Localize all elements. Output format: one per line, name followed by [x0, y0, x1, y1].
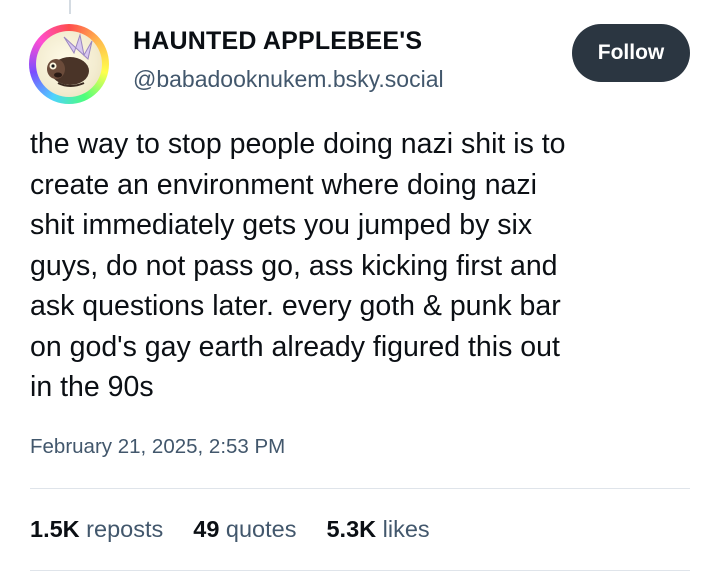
reposts-label: reposts [86, 516, 164, 542]
likes-label: likes [382, 516, 430, 542]
creature-icon [47, 33, 93, 87]
divider [30, 570, 690, 571]
quotes-stat[interactable]: 49 quotes [193, 516, 296, 543]
quotes-count: 49 [193, 516, 220, 542]
quotes-label: quotes [225, 516, 297, 542]
author-handle[interactable]: @babadooknukem.bsky.social [133, 66, 444, 93]
avatar-image [36, 31, 102, 97]
thread-connector-line [69, 0, 71, 14]
reposts-count: 1.5K [30, 516, 80, 542]
divider [30, 488, 690, 489]
reposts-stat[interactable]: 1.5K reposts [30, 516, 163, 543]
follow-button[interactable]: Follow [572, 24, 690, 82]
likes-stat[interactable]: 5.3K likes [326, 516, 429, 543]
display-name[interactable]: HAUNTED APPLEBEE'S [133, 27, 422, 56]
engagement-stats: 1.5K reposts 49 quotes 5.3K likes [30, 516, 430, 543]
likes-count: 5.3K [326, 516, 377, 542]
post-timestamp[interactable]: February 21, 2025, 2:53 PM [30, 435, 285, 459]
avatar[interactable] [29, 24, 109, 104]
post-text: the way to stop people doing nazi shit i… [30, 128, 566, 403]
